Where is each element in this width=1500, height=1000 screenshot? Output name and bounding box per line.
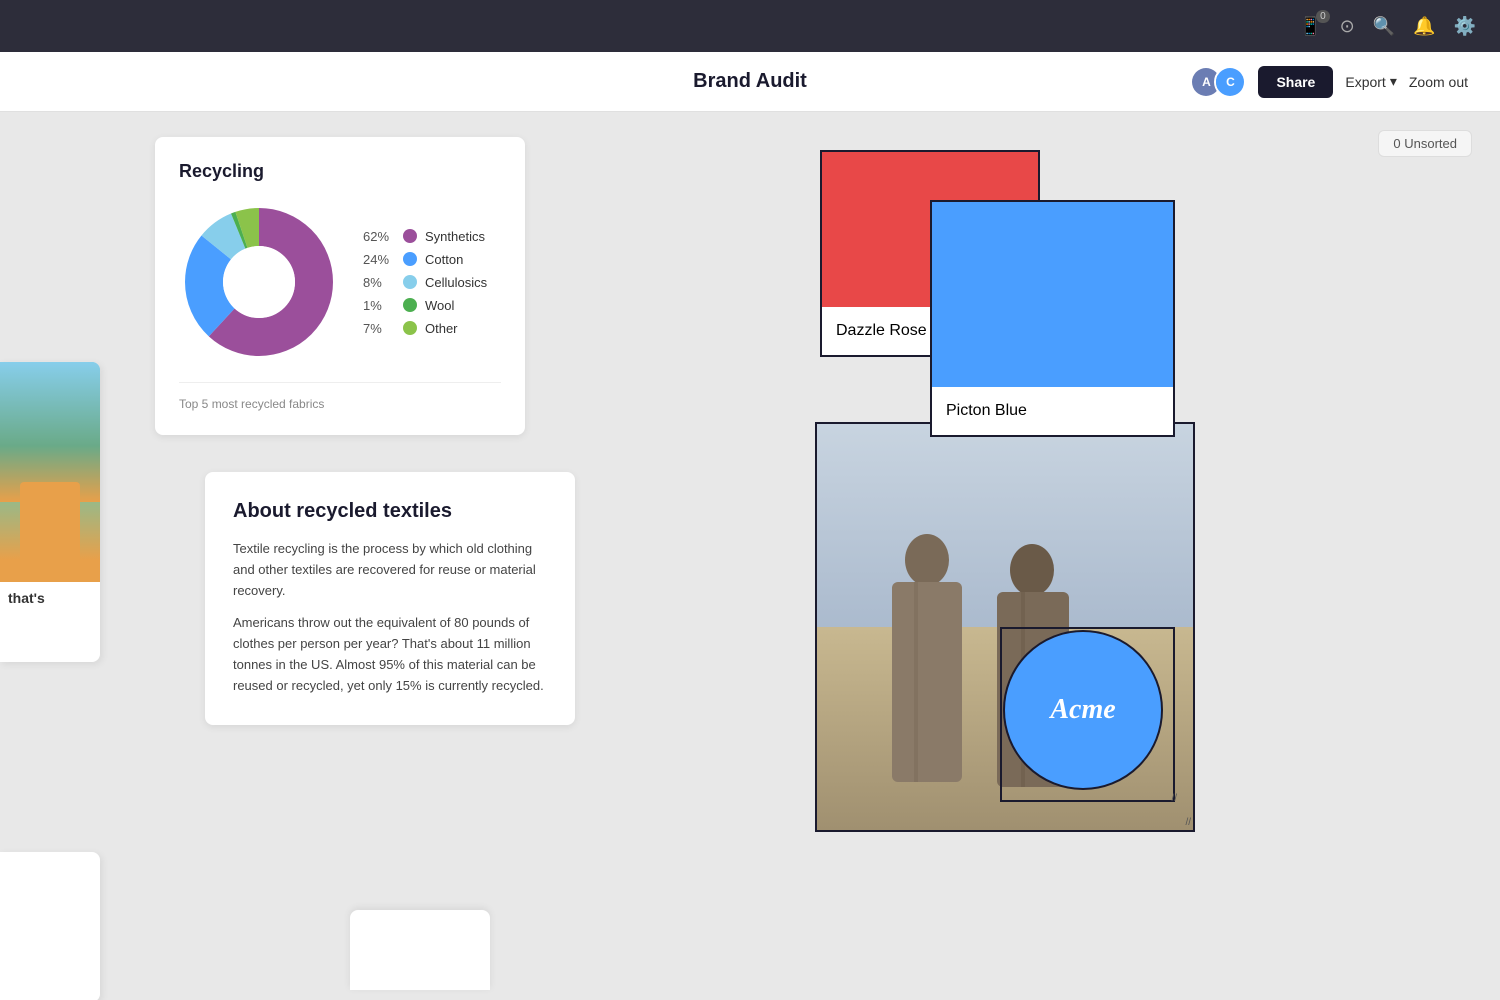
header-actions: A C Share Export ▾ Zoom out — [1190, 66, 1468, 98]
chart-area: 62% Synthetics 24% Cotton 8% Cellulosics… — [179, 202, 501, 362]
phone-icon[interactable]: 📱0 — [1299, 16, 1321, 37]
legend-item-synthetics: 62% Synthetics — [363, 229, 487, 244]
bell-icon[interactable]: 🔔 — [1413, 16, 1435, 37]
chart-legend: 62% Synthetics 24% Cotton 8% Cellulosics… — [363, 229, 487, 336]
textiles-card: About recycled textiles Textile recyclin… — [205, 472, 575, 725]
photo-card: Acme // // — [815, 422, 1195, 832]
phone-badge: 0 — [1316, 10, 1330, 23]
picton-blue-swatch[interactable]: Picton Blue — [930, 200, 1175, 437]
avatar-2: C — [1214, 66, 1246, 98]
picton-blue-label: Picton Blue — [946, 402, 1027, 420]
search-icon[interactable]: 🔍 — [1373, 16, 1395, 37]
resize-handle[interactable]: // — [1171, 793, 1177, 804]
help-icon[interactable]: ⊙ — [1340, 16, 1355, 37]
legend-item-cotton: 24% Cotton — [363, 252, 487, 267]
share-button[interactable]: Share — [1258, 66, 1333, 98]
left-bottom-partial — [0, 852, 100, 1000]
donut-chart — [179, 202, 339, 362]
textiles-para-1: Textile recycling is the process by whic… — [233, 539, 547, 601]
dazzle-rose-label: Dazzle Rose — [836, 322, 927, 340]
legend-item-wool: 1% Wool — [363, 298, 487, 313]
topbar: 📱0 ⊙ 🔍 🔔 ⚙️ — [0, 0, 1500, 52]
card-resize-handle[interactable]: // — [1185, 817, 1191, 828]
canvas: 0 Unsorted that's Recycling — [0, 112, 1500, 1000]
textiles-para-2: Americans throw out the equivalent of 80… — [233, 613, 547, 696]
legend-item-cellulosics: 8% Cellulosics — [363, 275, 487, 290]
export-button[interactable]: Export ▾ — [1345, 73, 1397, 90]
donut-svg — [179, 202, 339, 362]
settings-icon[interactable]: ⚙️ — [1454, 16, 1476, 37]
picton-blue-color — [932, 202, 1173, 387]
zoom-out-button[interactable]: Zoom out — [1409, 74, 1468, 90]
color-swatches-area: Dazzle Rose Picton Blue — [820, 150, 1200, 440]
recycling-footnote: Top 5 most recycled fabrics — [179, 382, 501, 411]
page-title: Brand Audit — [693, 70, 807, 93]
left-partial-card: that's — [0, 362, 100, 662]
legend-item-other: 7% Other — [363, 321, 487, 336]
selection-rect — [1000, 627, 1175, 802]
collaborator-avatars: A C — [1190, 66, 1246, 98]
unsorted-badge[interactable]: 0 Unsorted — [1378, 130, 1472, 157]
person-left-silhouette — [872, 520, 992, 830]
left-partial-text: that's — [8, 590, 45, 606]
recycling-title: Recycling — [179, 161, 501, 182]
bottom-partial-card — [350, 910, 490, 990]
textiles-body: Textile recycling is the process by whic… — [233, 539, 547, 697]
left-image — [0, 362, 100, 582]
recycling-card: Recycling — [155, 137, 525, 435]
photo-background: Acme // — [817, 424, 1193, 830]
textiles-title: About recycled textiles — [233, 500, 547, 523]
header: Brand Audit A C Share Export ▾ Zoom out — [0, 52, 1500, 112]
